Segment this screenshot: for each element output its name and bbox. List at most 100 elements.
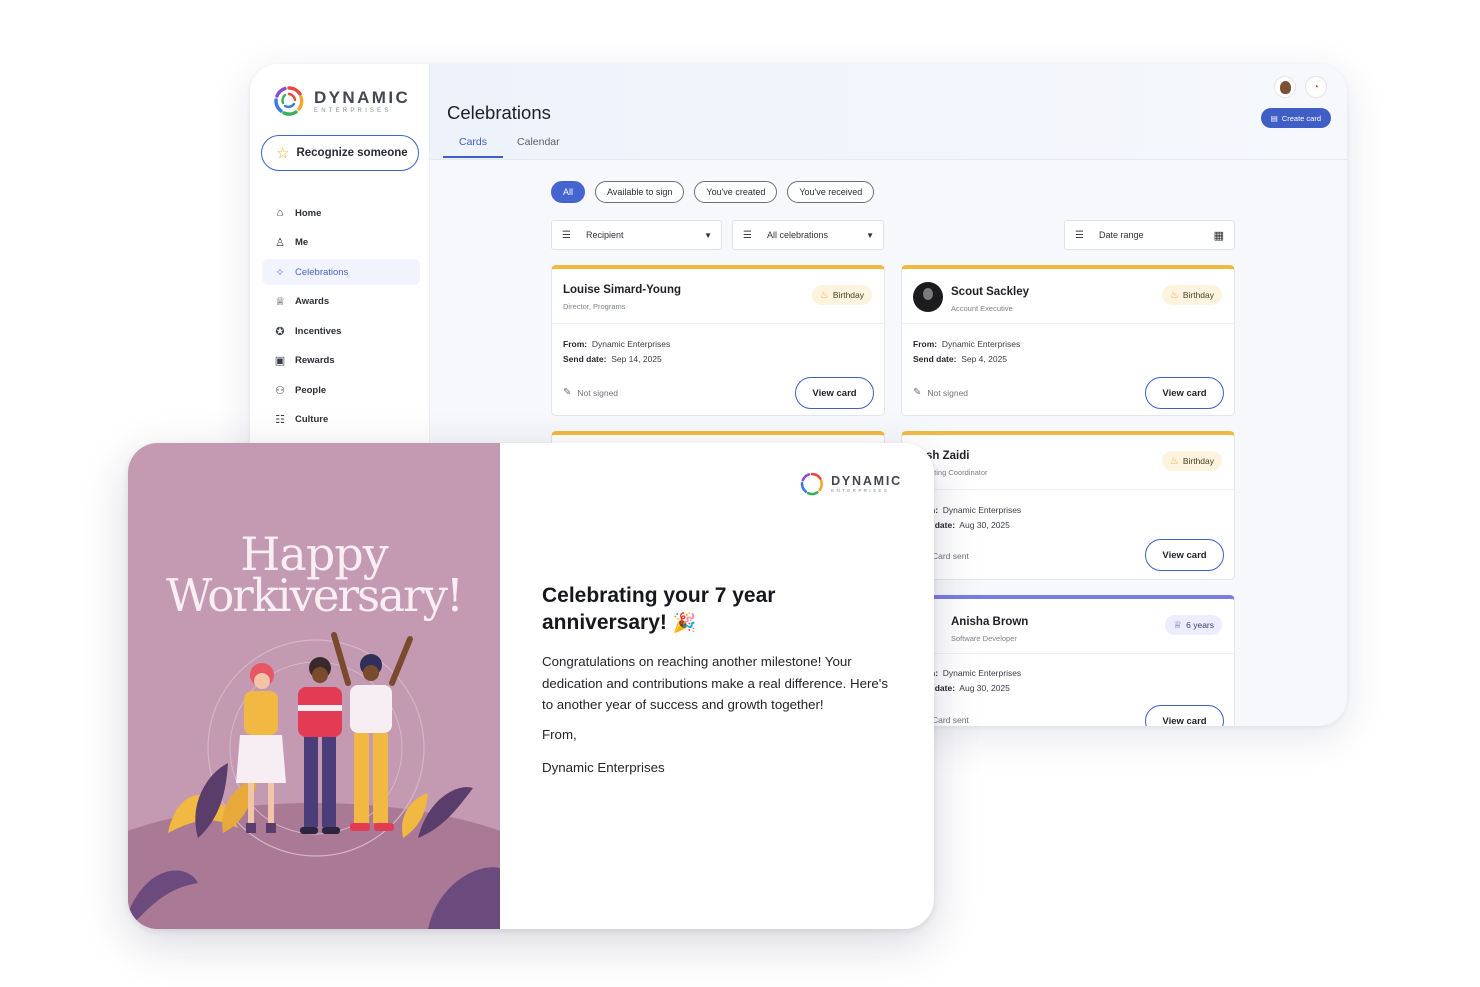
sidebar-item-people[interactable]: ⚇ People [262, 377, 420, 403]
birthday-badge: ♨ Birthday [1161, 285, 1222, 305]
sidebar-item-label: Me [295, 237, 309, 248]
brand-name: DYNAMIC [831, 473, 902, 488]
create-card-button[interactable]: ▤ Create card [1260, 108, 1331, 128]
card-from: n: Dynamic Enterprises [930, 668, 1021, 678]
brand-name: DYNAMIC [314, 87, 411, 107]
chip-all[interactable]: All [551, 181, 586, 203]
filter-icon: ☰ [562, 229, 571, 241]
brand-sub: ENTERPRISES [831, 488, 890, 493]
card-send-date: Send date: Sep 4, 2025 [913, 354, 1007, 364]
ecard-headline-line2: Workiversary! [166, 569, 464, 622]
sidebar-item-label: Incentives [295, 325, 342, 337]
from-value: Dynamic Enterprises [941, 339, 1021, 349]
recipient-role: eting Coordinator [930, 468, 988, 477]
calendar-icon: ▦ [1213, 229, 1224, 242]
avatar-face-icon [1279, 80, 1291, 94]
sidebar-item-celebrations[interactable]: ✧ Celebrations [262, 259, 420, 285]
view-card-button[interactable]: View card [1145, 539, 1224, 571]
card-send-date: Send date: Sep 14, 2025 [563, 354, 662, 364]
sidebar-item-me[interactable]: ♙ Me [262, 230, 420, 256]
home-icon: ⌂ [276, 207, 284, 219]
star-icon: ☆ [276, 145, 290, 162]
party-popper-icon: 🎉 [672, 613, 697, 634]
celebrations-filter-label: All celebrations [767, 230, 829, 240]
chip-youve-created[interactable]: You've created [694, 181, 778, 203]
celebrations-filter[interactable]: ☰ All celebrations ▼ [732, 220, 884, 250]
party-popper-icon: ✧ [275, 266, 285, 279]
card-divider [902, 653, 1234, 654]
card-from: n: Dynamic Enterprises [930, 505, 1021, 515]
card-divider [902, 489, 1234, 490]
status-label: Not signed [577, 387, 619, 398]
recipient-name: Anisha Brown [951, 616, 1029, 628]
chip-youve-received[interactable]: You've received [787, 181, 875, 203]
cake-icon: ♨ [1169, 289, 1179, 301]
sidebar-item-awards[interactable]: ♕ Awards [262, 289, 420, 315]
trophy-icon: ♕ [1173, 619, 1183, 631]
sidebar-item-label: People [295, 384, 327, 396]
dynamic-logo-icon [274, 86, 304, 116]
status-label: Card sent [932, 715, 969, 725]
from-value: Dynamic Enterprises [942, 505, 1022, 515]
ecard-signature: Dynamic Enterprises [542, 760, 665, 775]
date-range-label: Date range [1099, 230, 1144, 240]
chip-available-to-sign[interactable]: Available to sign [595, 181, 685, 203]
badge-label: Birthday [1182, 456, 1214, 466]
workiversary-ecard: Happy Workiversary! DYNAMIC ENTERPRISES … [128, 443, 934, 929]
view-card-button[interactable]: View card [1145, 705, 1224, 726]
ecard-from: From, [542, 727, 577, 742]
date-value: Aug 30, 2025 [959, 683, 1010, 693]
card-divider [902, 323, 1234, 324]
recipient-name: Louise Simard-Young [563, 284, 681, 296]
tab-cards[interactable]: Cards [443, 134, 504, 158]
recipient-avatar [913, 282, 943, 312]
recognize-someone-button[interactable]: ☆ Recognize someone [261, 135, 419, 171]
card-status: ✎ Not signed [563, 387, 618, 398]
view-card-button[interactable]: View card [795, 377, 874, 409]
date-value: Sep 4, 2025 [961, 354, 1008, 364]
culture-icon: ☷ [275, 414, 285, 426]
recipient-role: Account Executive [951, 304, 1013, 313]
from-value: Dynamic Enterprises [591, 339, 671, 349]
recipient-filter-label: Recipient [586, 230, 624, 240]
sidebar-item-home[interactable]: ⌂ Home [262, 200, 420, 226]
pen-off-icon: ✎ [563, 387, 572, 398]
card-from: From: Dynamic Enterprises [563, 339, 670, 349]
celebration-card: Scout Sackley Account Executive ♨ Birthd… [901, 265, 1235, 416]
sidebar-item-label: Celebrations [295, 266, 349, 278]
celebration-card: Anisha Brown Software Developer ♕ 6 year… [888, 595, 1235, 726]
from-value: Dynamic Enterprises [942, 668, 1022, 678]
sidebar-item-rewards[interactable]: ▣ Rewards [262, 348, 420, 374]
header-actions: ◔ [1274, 76, 1327, 98]
celebration-card: Louise Simard-Young Director, Programs ♨… [551, 265, 885, 416]
date-label: Send date: [563, 354, 607, 364]
sidebar-item-culture[interactable]: ☷ Culture [262, 407, 420, 433]
ecard-message: Congratulations on reaching another mile… [542, 654, 888, 712]
from-label: From: [913, 339, 938, 349]
date-range-filter[interactable]: ☰ Date range ▦ [1064, 220, 1235, 250]
tab-calendar[interactable]: Calendar [503, 134, 574, 158]
page-title: Celebrations [447, 102, 551, 123]
card-status: Card sent [932, 715, 969, 725]
notification-icon[interactable]: ◔ [1305, 76, 1327, 98]
sidebar-item-label: Home [295, 207, 322, 219]
ecard-illustration: Happy Workiversary! [128, 443, 500, 929]
recipient-name: Scout Sackley [951, 286, 1029, 298]
card-from: From: Dynamic Enterprises [913, 339, 1020, 349]
card-status: Card sent [932, 551, 969, 561]
from-label: From: [563, 339, 588, 349]
page-header: Celebrations Cards Calendar ◔ ▤ Create c… [430, 64, 1347, 160]
brand-logo[interactable]: DYNAMIC ENTERPRISES [272, 84, 410, 118]
sidebar-item-incentives[interactable]: ✪ Incentives [262, 318, 420, 344]
user-avatar[interactable] [1274, 76, 1296, 98]
status-label: Not signed [927, 387, 969, 398]
recipient-filter[interactable]: ☰ Recipient ▼ [551, 220, 722, 250]
dynamic-logo-icon [800, 472, 824, 496]
date-value: Aug 30, 2025 [959, 520, 1010, 530]
card-status: ✎ Not signed [913, 387, 968, 398]
view-card-button[interactable]: View card [1145, 377, 1224, 409]
badge-label: Birthday [1182, 290, 1214, 300]
date-label: Send date: [913, 354, 957, 364]
sidebar-item-label: Culture [295, 414, 329, 425]
sidebar-item-label: Awards [295, 296, 330, 307]
